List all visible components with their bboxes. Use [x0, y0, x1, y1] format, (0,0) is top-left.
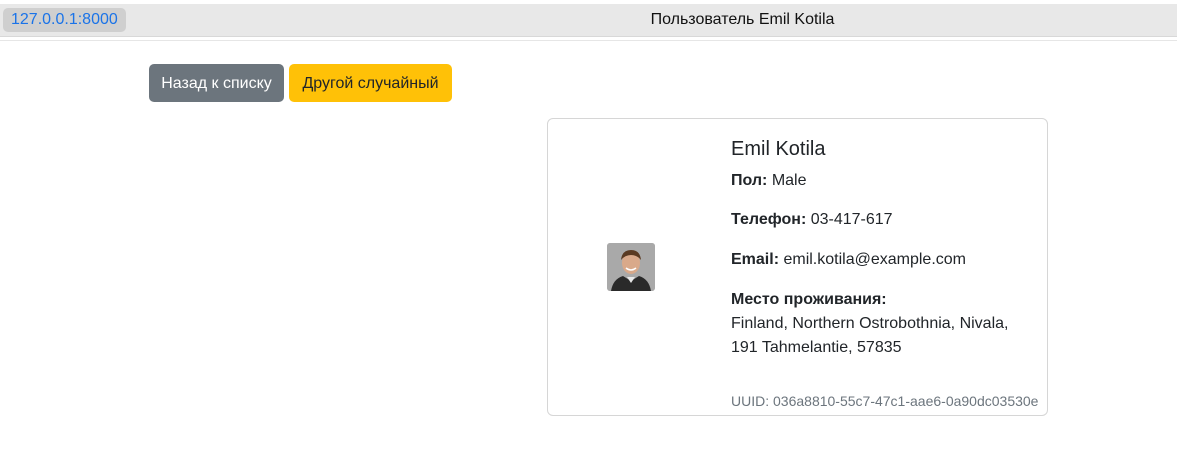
email-value: emil.kotila@example.com — [783, 251, 966, 268]
gender-label: Пол: — [731, 172, 768, 189]
phone-value: 03-417-617 — [810, 211, 893, 228]
location-line-2: 191 Tahmelantie, 57835 — [731, 339, 902, 356]
location-row: Место проживания: Finland, Northern Ostr… — [731, 288, 1008, 360]
email-row: Email: emil.kotila@example.com — [731, 248, 966, 272]
phone-label: Телефон: — [731, 211, 807, 228]
location-line-1: Finland, Northern Ostrobothnia, Nivala, — [731, 315, 1009, 332]
user-info: Emil Kotila Пол: Male Телефон: 03-417-61… — [731, 135, 1038, 409]
page-title: Пользователь Emil Kotila — [650, 11, 835, 28]
gender-value: Male — [771, 172, 807, 189]
divider — [0, 40, 1177, 41]
browser-bar: 127.0.0.1:8000 Пользователь Emil Kotila — [0, 4, 1177, 37]
phone-row: Телефон: 03-417-617 — [731, 208, 893, 232]
user-card: Emil Kotila Пол: Male Телефон: 03-417-61… — [547, 118, 1048, 416]
back-to-list-button[interactable]: Назад к списку — [149, 64, 284, 102]
uuid-row: UUID: 036a8810-55c7-47c1-aae6-0a90dc0353… — [731, 393, 1038, 409]
avatar — [607, 243, 655, 291]
gender-row: Пол: Male — [731, 169, 807, 193]
user-name: Emil Kotila — [731, 138, 826, 160]
location-label: Место проживания: — [731, 291, 887, 308]
uuid-label: UUID: — [731, 393, 770, 409]
avatar-photo-icon — [607, 243, 655, 291]
uuid-value: 036a8810-55c7-47c1-aae6-0a90dc03530e — [773, 393, 1039, 409]
random-user-button[interactable]: Другой случайный — [289, 64, 452, 102]
email-label: Email: — [731, 251, 780, 268]
